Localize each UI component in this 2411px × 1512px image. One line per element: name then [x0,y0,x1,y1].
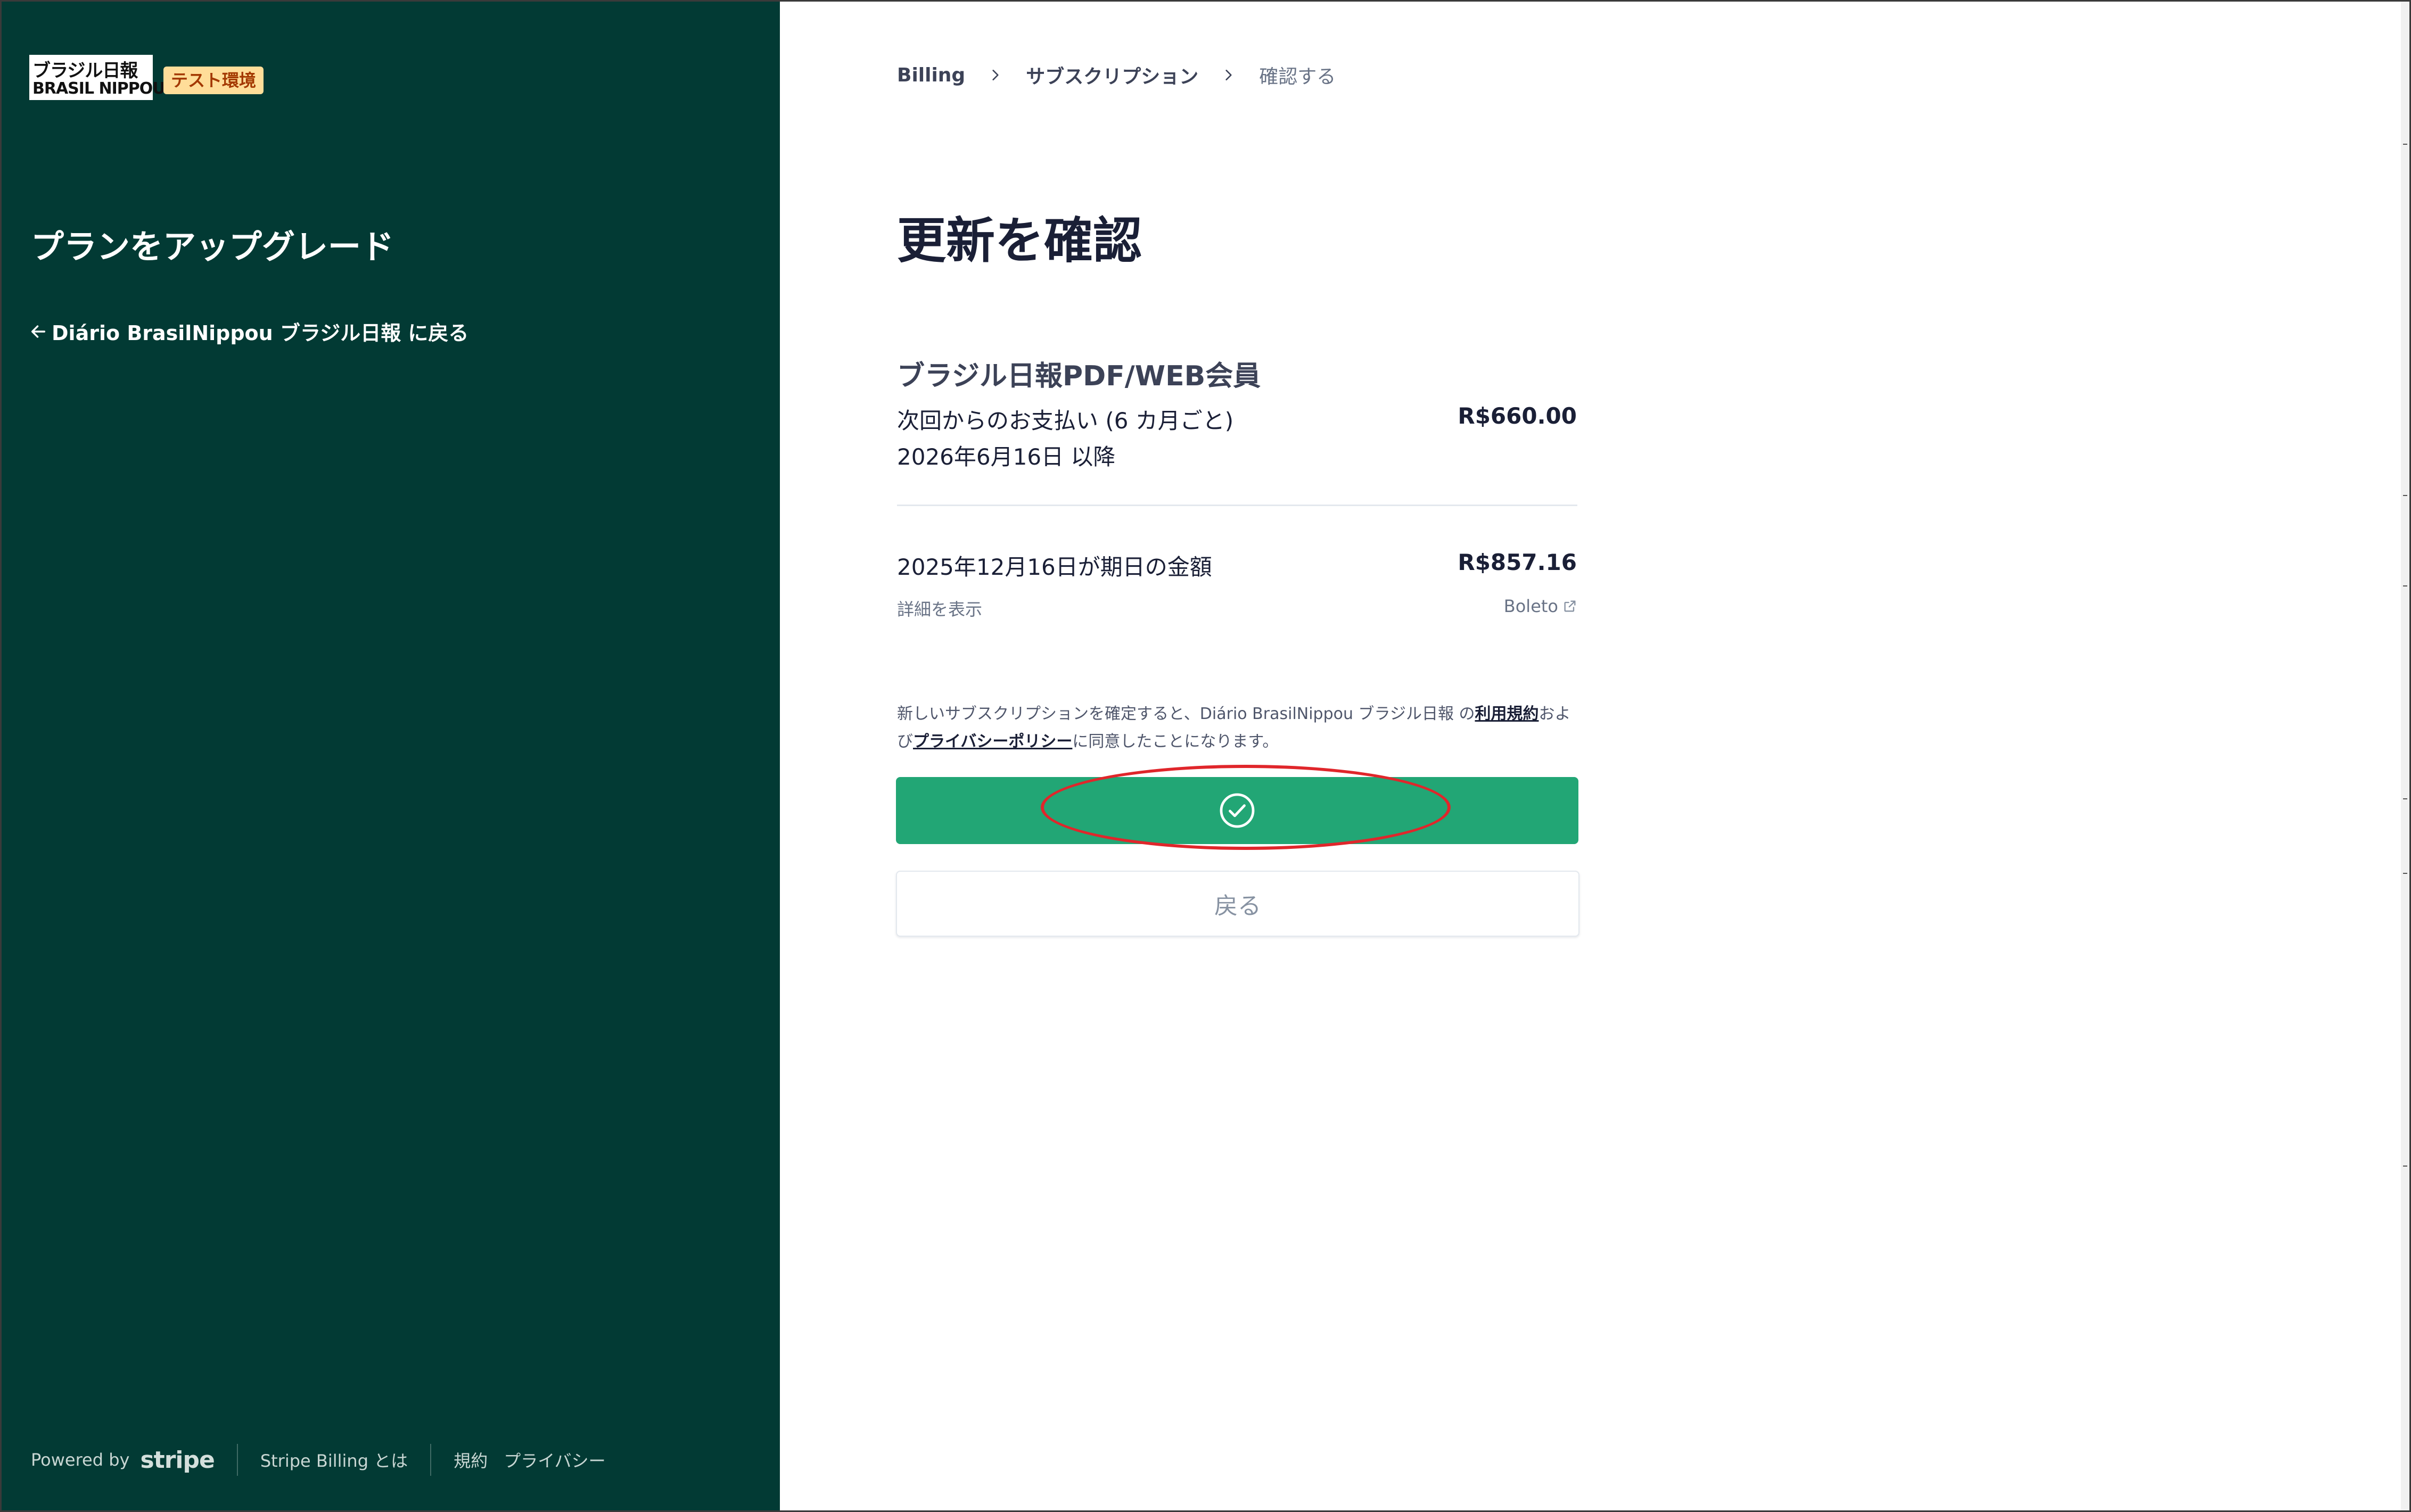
privacy-policy-link[interactable]: プライバシーポリシー [913,732,1072,751]
scrollbar-tick [2403,873,2407,874]
back-button-label: 戻る [1214,893,1261,920]
next-payment-label: 次回からのお支払い (6 カ月ごと) [897,408,1234,434]
amount-due-label: 2025年12月16日が期日の金額 [897,554,1212,580]
payment-method-label: Boleto [1503,596,1558,616]
stripe-billing-link[interactable]: Stripe Billing とは [260,1448,408,1472]
chevron-right-icon [1225,70,1232,80]
payment-method-link[interactable]: Boleto [1504,596,1577,616]
logo-text-line1: ブラジル日報 [32,60,138,81]
terms-of-service-link[interactable]: 利用規約 [1475,705,1538,723]
terms-link[interactable]: 規約 [454,1448,488,1472]
logo-text-line2: BRASIL NIPPOU [32,79,166,98]
scrollbar-tick [2403,585,2407,586]
scrollbar-tick [2403,1166,2407,1167]
scrollbar-tick [2403,798,2407,799]
vertical-scrollbar[interactable] [2401,2,2409,1510]
privacy-link[interactable]: プライバシー [504,1448,605,1472]
sidebar-footer: Powered by stripe Stripe Billing とは 規約 プ… [31,1444,606,1476]
breadcrumb: Billing サブスクリプション 確認する [897,61,1336,89]
legal-notice: 新しいサブスクリプションを確定すると、Diário BrasilNippou ブ… [897,700,1584,756]
product-name: ブラジル日報PDF/WEB会員 [897,360,1261,392]
sidebar-title: プランをアップグレード [31,227,394,266]
page-title: 更新を確認 [897,212,1142,269]
confirm-button[interactable] [896,777,1578,844]
legal-prefix: 新しいサブスクリプションを確定すると、Diário BrasilNippou ブ… [897,705,1475,723]
footer-divider [430,1444,432,1476]
legal-suffix: に同意したことになります。 [1072,732,1279,751]
section-divider [897,505,1577,506]
return-to-merchant-link[interactable]: Diário BrasilNippou ブラジル日報 に戻る [29,317,468,346]
external-link-icon [1564,600,1576,612]
sidebar-panel: ブラジル日報 BRASIL NIPPOU テスト環境 プランをアップグレード D… [2,2,780,1510]
check-circle-icon [1220,793,1255,828]
breadcrumb-subscription[interactable]: サブスクリプション [1026,61,1198,89]
next-payment-date: 2026年6月16日 以降 [897,444,1116,470]
footer-divider [236,1444,238,1476]
scrollbar-tick [2403,495,2407,496]
breadcrumb-confirm: 確認する [1259,66,1336,88]
arrow-left-icon [31,325,46,338]
test-mode-badge: テスト環境 [163,67,264,94]
amount-due-value: R$857.16 [1458,549,1577,575]
next-payment-amount: R$660.00 [1458,403,1577,429]
scrollbar-tick [2403,144,2407,145]
back-button[interactable]: 戻る [896,871,1579,937]
return-link-label: Diário BrasilNippou ブラジル日報 に戻る [52,321,469,345]
breadcrumb-billing[interactable]: Billing [897,64,965,86]
stripe-logo[interactable]: stripe [140,1447,215,1474]
powered-by-label: Powered by [31,1450,130,1470]
brand-logo[interactable]: ブラジル日報 BRASIL NIPPOU [29,55,166,100]
chevron-right-icon [992,70,999,80]
show-details-link[interactable]: 詳細を表示 [897,596,982,621]
